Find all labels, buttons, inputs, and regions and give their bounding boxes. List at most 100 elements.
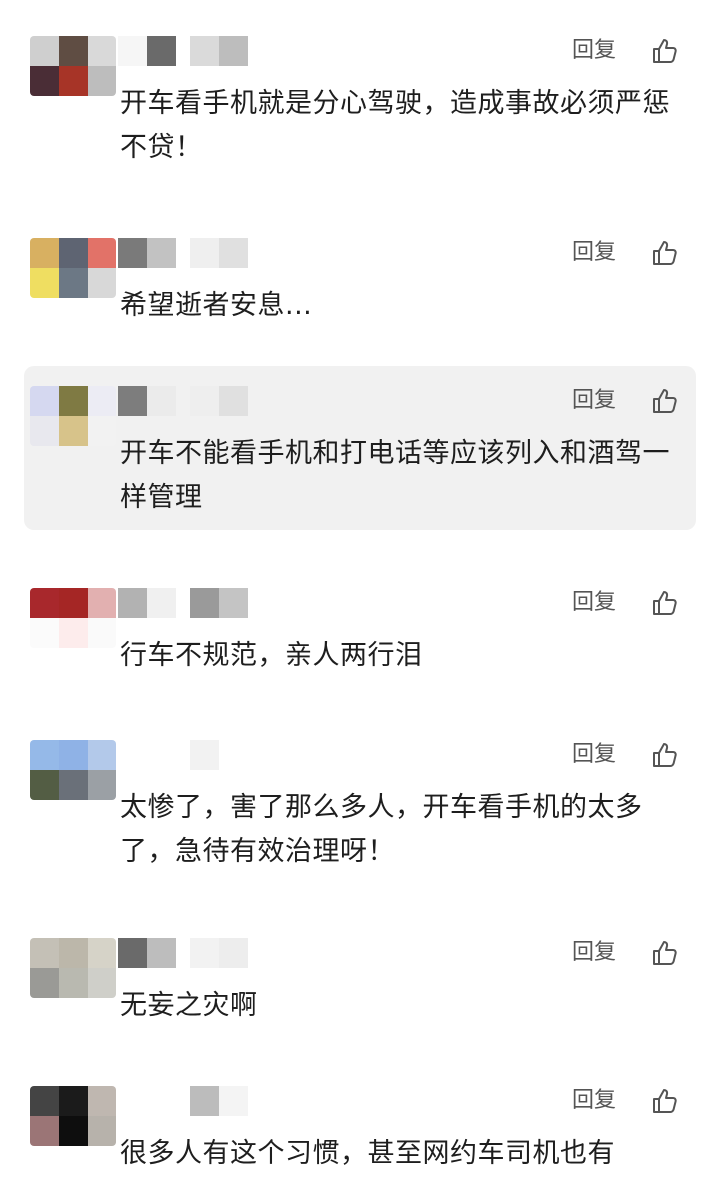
thumbs-up-icon[interactable] — [650, 938, 680, 968]
avatar-pixel — [88, 238, 116, 268]
avatar-pixel — [30, 740, 59, 770]
username-obscured[interactable] — [118, 1086, 248, 1116]
avatar-pixel — [88, 770, 116, 800]
username-pixel — [118, 386, 147, 416]
username-pixel — [190, 588, 219, 618]
comment-text: 行车不规范，亲人两行泪 — [120, 640, 423, 671]
thumbs-up-icon[interactable] — [650, 1086, 680, 1116]
thumbs-up-icon[interactable] — [650, 740, 680, 770]
reply-button[interactable]: 回复 — [572, 388, 616, 414]
avatar[interactable] — [30, 1086, 116, 1146]
avatar-pixel — [30, 1086, 59, 1116]
username-pixel — [118, 1086, 147, 1116]
username-pixel — [219, 938, 248, 968]
avatar-pixel — [88, 386, 116, 416]
thumbs-up-icon[interactable] — [650, 238, 680, 268]
username-obscured[interactable] — [118, 740, 248, 770]
username-pixel — [147, 36, 176, 66]
avatar-pixel — [30, 938, 59, 968]
avatar-pixel — [88, 36, 116, 66]
avatar-pixel — [59, 416, 88, 446]
username-gap — [176, 36, 190, 66]
avatar-pixel — [59, 740, 88, 770]
avatar-pixel — [30, 268, 59, 298]
username-obscured[interactable] — [118, 588, 248, 618]
username-pixel — [190, 938, 219, 968]
username-pixel — [219, 238, 248, 268]
username-gap — [176, 386, 190, 416]
avatar-pixel — [88, 416, 116, 446]
thumbs-up-icon[interactable] — [650, 386, 680, 416]
avatar-pixel — [88, 1116, 116, 1146]
username-pixel — [190, 1086, 219, 1116]
avatar[interactable] — [30, 36, 116, 96]
comment-text: 希望逝者安息... — [120, 290, 313, 321]
reply-button[interactable]: 回复 — [572, 1088, 616, 1114]
avatar-pixel — [30, 770, 59, 800]
avatar[interactable] — [30, 386, 116, 446]
avatar-pixel — [30, 968, 59, 998]
username-pixel — [219, 740, 248, 770]
avatar-pixel — [88, 66, 116, 96]
username-pixel — [118, 740, 147, 770]
avatar[interactable] — [30, 938, 116, 998]
avatar-pixel — [59, 268, 88, 298]
username-pixel — [219, 36, 248, 66]
username-pixel — [147, 938, 176, 968]
avatar-pixel — [59, 386, 88, 416]
username-obscured[interactable] — [118, 238, 248, 268]
avatar[interactable] — [30, 740, 116, 800]
avatar-pixel — [59, 770, 88, 800]
reply-button[interactable]: 回复 — [572, 940, 616, 966]
avatar-pixel — [59, 618, 88, 648]
username-pixel — [219, 1086, 248, 1116]
username-pixel — [190, 740, 219, 770]
username-gap — [176, 238, 190, 268]
username-pixel — [118, 938, 147, 968]
comment-text: 开车看手机就是分心驾驶，造成事故必须严惩不贷！ — [120, 88, 670, 163]
username-pixel — [118, 588, 147, 618]
username-obscured[interactable] — [118, 386, 248, 416]
username-gap — [176, 1086, 190, 1116]
avatar-pixel — [30, 36, 59, 66]
reply-button[interactable]: 回复 — [572, 742, 616, 768]
username-pixel — [219, 588, 248, 618]
thumbs-up-icon[interactable] — [650, 36, 680, 66]
comment-text: 很多人有这个习惯，甚至网约车司机也有 — [120, 1138, 615, 1169]
avatar-pixel — [30, 238, 59, 268]
username-pixel — [190, 36, 219, 66]
username-obscured[interactable] — [118, 938, 248, 968]
avatar-pixel — [88, 938, 116, 968]
reply-button[interactable]: 回复 — [572, 38, 616, 64]
avatar[interactable] — [30, 588, 116, 648]
avatar-pixel — [30, 618, 59, 648]
avatar-pixel — [30, 416, 59, 446]
username-gap — [176, 740, 190, 770]
avatar-pixel — [88, 588, 116, 618]
avatar-pixel — [88, 618, 116, 648]
username-pixel — [147, 1086, 176, 1116]
thumbs-up-icon[interactable] — [650, 588, 680, 618]
reply-button[interactable]: 回复 — [572, 240, 616, 266]
username-pixel — [219, 386, 248, 416]
avatar-pixel — [30, 1116, 59, 1146]
avatar-pixel — [30, 386, 59, 416]
comment-text: 无妄之灾啊 — [120, 990, 258, 1021]
comment-text: 太惨了，害了那么多人，开车看手机的太多了，急待有效治理呀！ — [120, 792, 643, 867]
avatar-pixel — [59, 1116, 88, 1146]
avatar-pixel — [59, 588, 88, 618]
username-pixel — [190, 386, 219, 416]
avatar-pixel — [59, 66, 88, 96]
username-pixel — [147, 386, 176, 416]
avatar-pixel — [59, 36, 88, 66]
reply-button[interactable]: 回复 — [572, 590, 616, 616]
username-pixel — [190, 238, 219, 268]
avatar-pixel — [59, 238, 88, 268]
avatar-pixel — [88, 968, 116, 998]
avatar[interactable] — [30, 238, 116, 298]
username-obscured[interactable] — [118, 36, 248, 66]
avatar-pixel — [59, 1086, 88, 1116]
username-gap — [176, 588, 190, 618]
username-pixel — [118, 238, 147, 268]
username-pixel — [147, 740, 176, 770]
